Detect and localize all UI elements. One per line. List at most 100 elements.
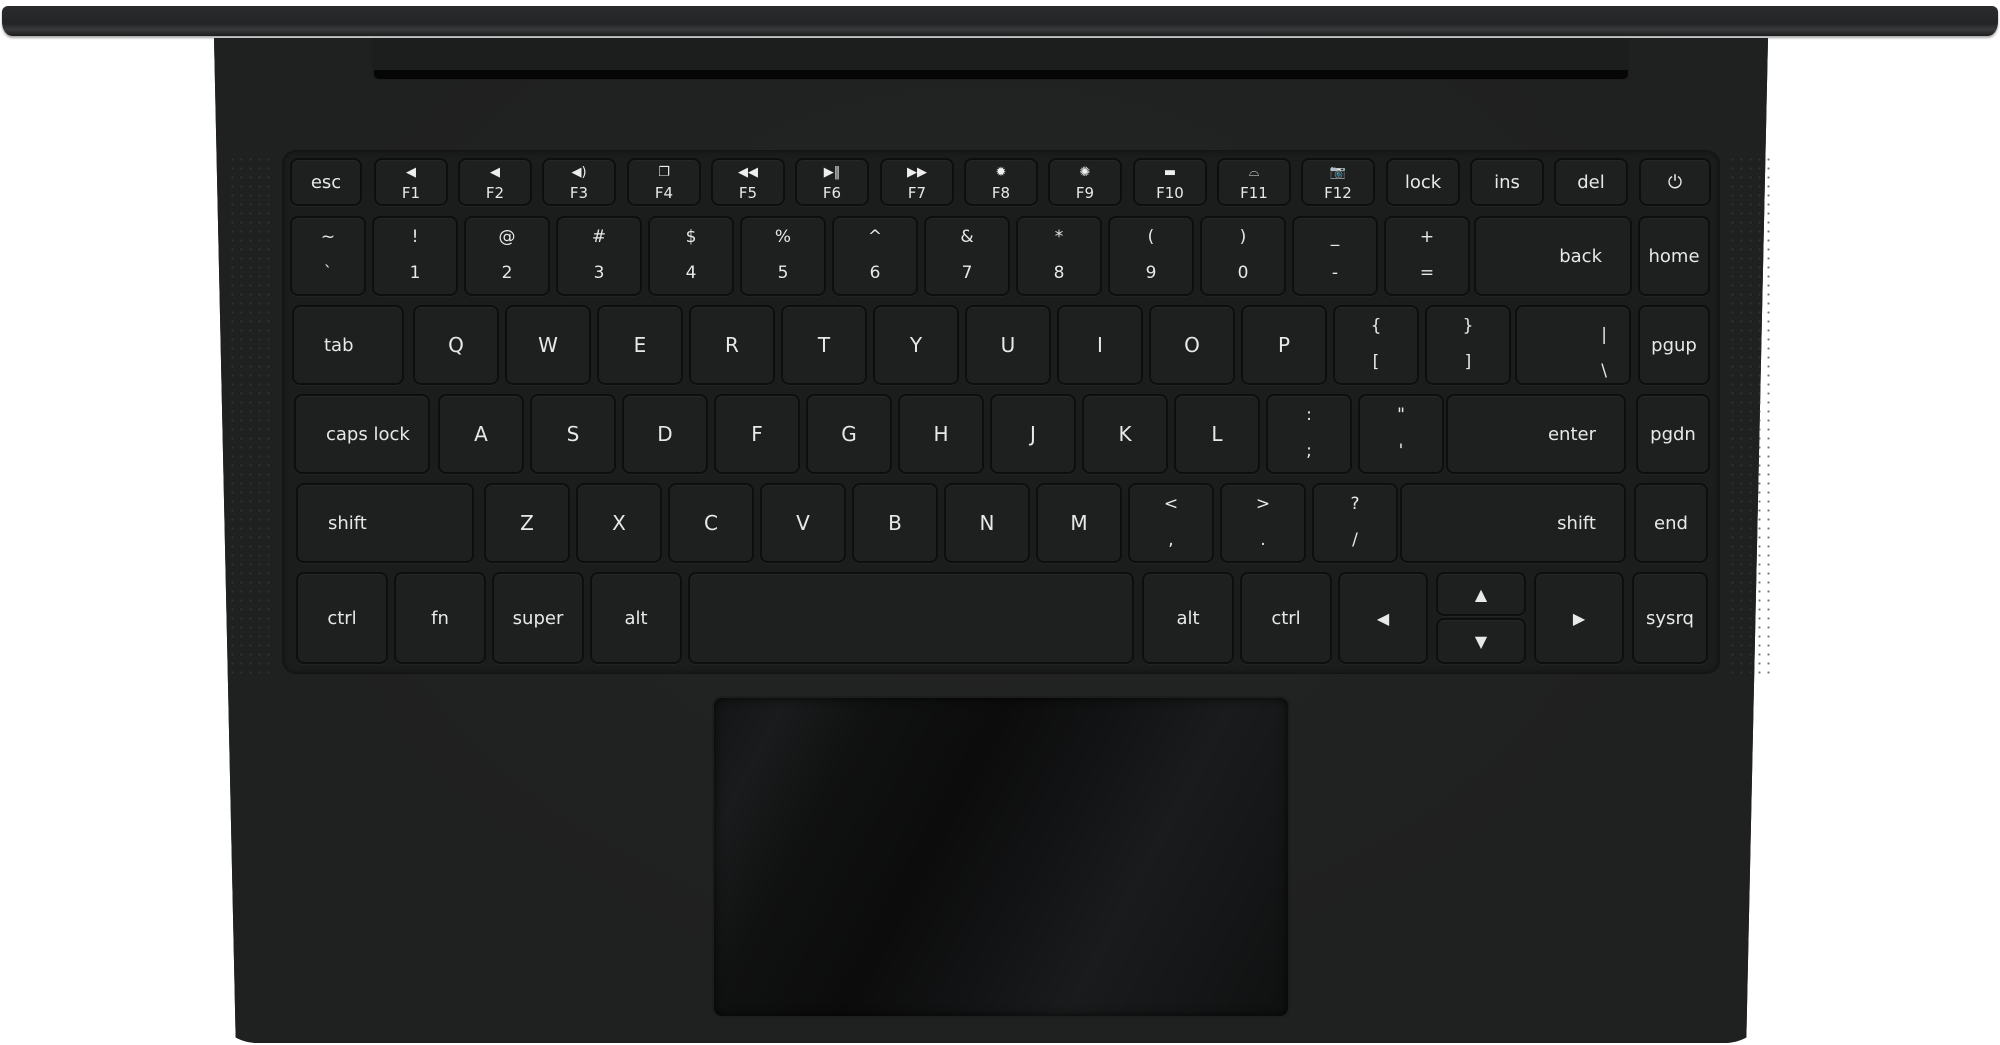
key-v[interactable]: V: [760, 483, 846, 563]
key-x[interactable]: X: [576, 483, 662, 563]
key-pgdn[interactable]: pgdn: [1636, 394, 1710, 474]
key-lock[interactable]: lock: [1386, 158, 1460, 206]
arrow-up-icon: ▲: [1474, 584, 1488, 604]
key-semicolon[interactable]: :;: [1266, 394, 1352, 474]
key-o[interactable]: O: [1149, 305, 1235, 385]
key-e[interactable]: E: [597, 305, 683, 385]
key-sysrq[interactable]: sysrq: [1632, 572, 1708, 664]
key-backtick[interactable]: ~ `: [290, 216, 366, 296]
key-rctrl[interactable]: ctrl: [1240, 572, 1332, 664]
key-1[interactable]: ! 1: [372, 216, 458, 296]
key-f[interactable]: F: [714, 394, 800, 474]
spacebar[interactable]: [688, 572, 1134, 664]
key-label: X: [612, 511, 626, 535]
key-9[interactable]: (9: [1108, 216, 1194, 296]
key-0[interactable]: ) 0: [1200, 216, 1286, 296]
key-y[interactable]: Y: [873, 305, 959, 385]
key-f10[interactable]: ▬ F10: [1133, 158, 1207, 206]
key-q[interactable]: Q: [413, 305, 499, 385]
key-backslash[interactable]: | \: [1515, 305, 1631, 385]
key-t[interactable]: T: [781, 305, 867, 385]
key-p[interactable]: P: [1241, 305, 1327, 385]
key-r[interactable]: R: [689, 305, 775, 385]
key-label: D: [657, 422, 673, 446]
key-equals[interactable]: + =: [1384, 216, 1470, 296]
key-z[interactable]: Z: [484, 483, 570, 563]
key-lalt[interactable]: alt: [590, 572, 682, 664]
key-comma[interactable]: <,: [1128, 483, 1214, 563]
key-lshift[interactable]: shift: [296, 483, 474, 563]
key-s[interactable]: S: [530, 394, 616, 474]
key-f1[interactable]: ◀ F1: [374, 158, 448, 206]
key-legend: ,: [1168, 530, 1174, 550]
key-down[interactable]: ▼: [1436, 618, 1526, 664]
key-minus[interactable]: _ -: [1292, 216, 1378, 296]
key-lctrl[interactable]: ctrl: [296, 572, 388, 664]
key-7[interactable]: & 7: [924, 216, 1010, 296]
key-k[interactable]: K: [1082, 394, 1168, 474]
key-pgup[interactable]: pgup: [1638, 305, 1710, 385]
key-super[interactable]: super: [492, 572, 584, 664]
key-lbracket[interactable]: {[: [1333, 305, 1419, 385]
key-8[interactable]: * 8: [1016, 216, 1102, 296]
key-slash[interactable]: ? /: [1312, 483, 1398, 563]
key-capslock[interactable]: caps lock: [294, 394, 430, 474]
key-6[interactable]: ^ 6: [832, 216, 918, 296]
key-ins[interactable]: ins: [1470, 158, 1544, 206]
key-f12[interactable]: 📷 F12: [1301, 158, 1375, 206]
key-backspace[interactable]: back: [1474, 216, 1632, 296]
key-j[interactable]: J: [990, 394, 1076, 474]
touchpad[interactable]: [714, 698, 1288, 1016]
key-label: esc: [310, 171, 342, 193]
key-label: J: [1030, 422, 1036, 446]
key-4[interactable]: $4: [648, 216, 734, 296]
key-f6[interactable]: ▶‖ F6: [795, 158, 869, 206]
key-d[interactable]: D: [622, 394, 708, 474]
key-g[interactable]: G: [806, 394, 892, 474]
key-f7[interactable]: ▶▶ F7: [880, 158, 954, 206]
key-fn[interactable]: fn: [394, 572, 486, 664]
fast-forward-icon: ▶▶: [907, 165, 927, 180]
key-m[interactable]: M: [1036, 483, 1122, 563]
key-power[interactable]: ⏻: [1639, 158, 1711, 206]
key-end[interactable]: end: [1634, 483, 1708, 563]
key-rbracket[interactable]: }]: [1425, 305, 1511, 385]
key-i[interactable]: I: [1057, 305, 1143, 385]
key-f2[interactable]: ◀ F2: [458, 158, 532, 206]
key-del[interactable]: del: [1554, 158, 1628, 206]
key-f5[interactable]: ◀◀ F5: [711, 158, 785, 206]
key-period[interactable]: >.: [1220, 483, 1306, 563]
key-b[interactable]: B: [852, 483, 938, 563]
key-left[interactable]: ◀: [1338, 572, 1428, 664]
key-n[interactable]: N: [944, 483, 1030, 563]
key-label: alt: [1176, 607, 1200, 629]
key-enter[interactable]: enter: [1446, 394, 1626, 474]
key-w[interactable]: W: [505, 305, 591, 385]
key-f4[interactable]: ❐ F4: [627, 158, 701, 206]
key-shift-legend: ^: [867, 227, 883, 247]
key-f11[interactable]: ⌓ F11: [1217, 158, 1291, 206]
key-up[interactable]: ▲: [1436, 572, 1526, 616]
key-home[interactable]: home: [1638, 216, 1710, 296]
key-legend: -: [1331, 263, 1339, 283]
key-right[interactable]: ▶: [1534, 572, 1624, 664]
key-quote[interactable]: " ': [1358, 394, 1444, 474]
key-label: alt: [624, 607, 648, 629]
volume-mute-icon: ◀: [406, 165, 416, 180]
key-u[interactable]: U: [965, 305, 1051, 385]
key-h[interactable]: H: [898, 394, 984, 474]
key-5[interactable]: % 5: [740, 216, 826, 296]
key-tab[interactable]: tab: [292, 305, 404, 385]
key-label: F8: [991, 184, 1011, 202]
key-3[interactable]: #3: [556, 216, 642, 296]
key-f3[interactable]: ◀) F3: [542, 158, 616, 206]
key-a[interactable]: A: [438, 394, 524, 474]
key-esc[interactable]: esc: [290, 158, 362, 206]
key-f9[interactable]: ✺ F9: [1048, 158, 1122, 206]
key-2[interactable]: @2: [464, 216, 550, 296]
key-f8[interactable]: ✹ F8: [964, 158, 1038, 206]
key-l[interactable]: L: [1174, 394, 1260, 474]
key-c[interactable]: C: [668, 483, 754, 563]
key-ralt[interactable]: alt: [1142, 572, 1234, 664]
key-rshift[interactable]: shift: [1400, 483, 1626, 563]
